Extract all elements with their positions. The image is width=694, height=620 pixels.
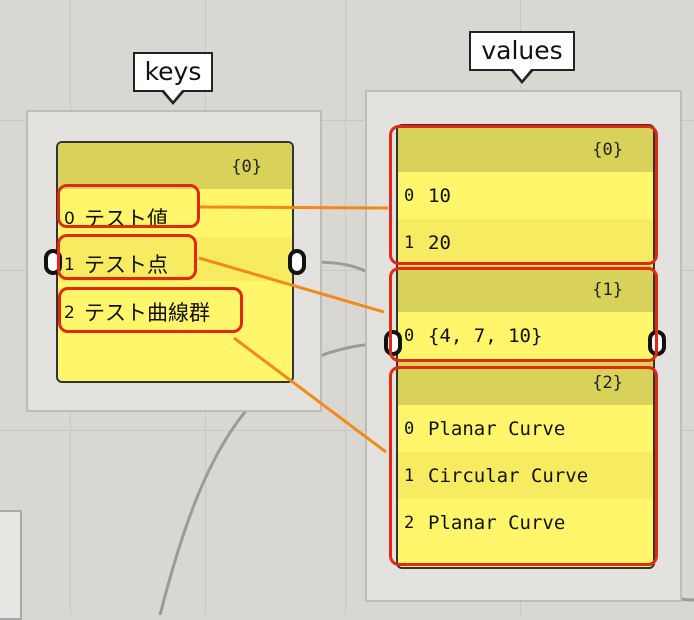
mapping-arrow [199, 205, 389, 210]
grasshopper-canvas: keys values {0} 0 テスト値 1 テスト点 2 テスト曲線群 {… [0, 0, 694, 620]
mapping-arrow [233, 336, 387, 454]
arrows-layer [198, 205, 389, 454]
mapping-arrow [198, 256, 385, 314]
